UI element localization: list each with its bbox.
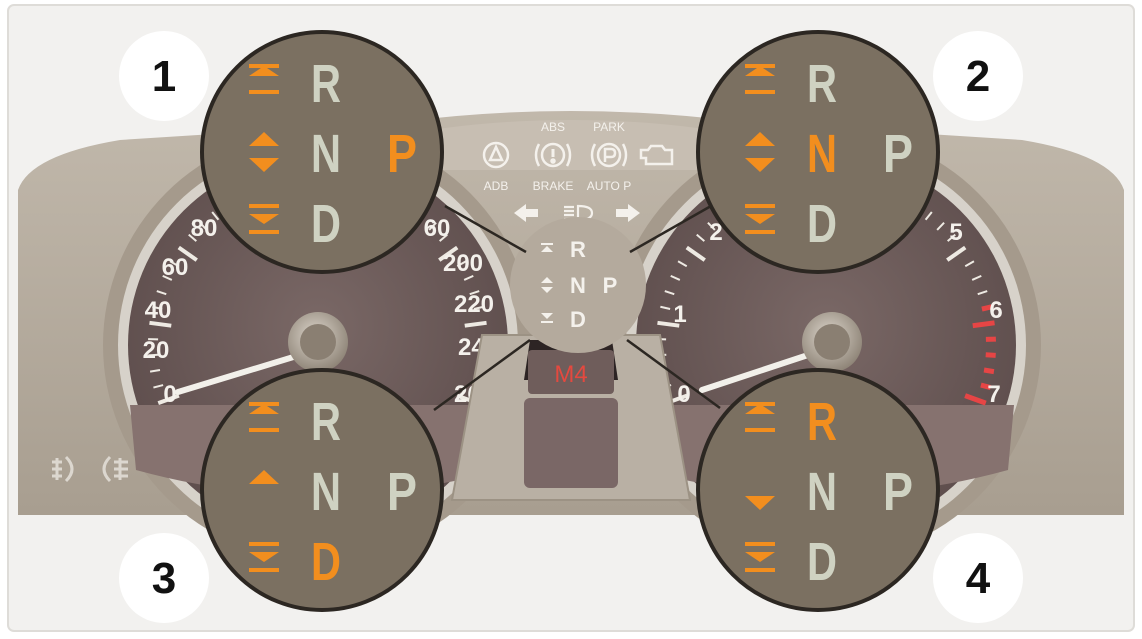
gear-r-label: R	[807, 54, 837, 114]
gauge-label: 40	[145, 297, 172, 324]
gear-display: M4	[554, 361, 587, 388]
gear-d-label: D	[807, 194, 837, 254]
gear-r-label: R	[807, 392, 837, 452]
gauge-label: 20	[143, 337, 170, 364]
gauge-label: 0	[163, 381, 176, 408]
gauge-label: 80	[191, 215, 218, 242]
auto-p-label: AUTO P	[587, 179, 631, 193]
gauge-label: 7	[987, 381, 1000, 408]
gear-n-label: N	[807, 124, 837, 184]
gear-p-label: P	[883, 462, 913, 522]
adb-label: ADB	[484, 179, 509, 193]
gear-p-label: P	[883, 124, 913, 184]
gauge-label: 60	[424, 215, 451, 242]
gauge-tick	[983, 367, 995, 375]
callout-number: 1	[152, 52, 176, 101]
gear-d-label: D	[807, 532, 837, 592]
center-r-label: R	[570, 237, 586, 262]
callout-number: 3	[152, 554, 176, 603]
gear-d-label: D	[311, 194, 341, 254]
abs-label: ABS	[541, 120, 565, 134]
callout-number: 2	[966, 52, 990, 101]
gear-r-label: R	[311, 392, 341, 452]
gauge-tick	[464, 320, 487, 328]
gear-n-label: N	[311, 124, 341, 184]
instrument-cluster-diagram: 02040608060200220240260 012567 M4 ABS PA…	[0, 0, 1142, 639]
gear-n-label: N	[311, 462, 341, 522]
brake-label: BRAKE	[533, 179, 574, 193]
gauge-tick	[985, 352, 996, 358]
gauge-label: 6	[989, 297, 1002, 324]
gauge-label: 5	[949, 219, 962, 246]
gear-p-label: P	[387, 124, 417, 184]
park-label: PARK	[593, 120, 625, 134]
gauge-label: 200	[443, 250, 483, 277]
gear-r-label: R	[311, 54, 341, 114]
cluster-top-panel	[430, 120, 712, 170]
cluster-illustration: 02040608060200220240260 012567 M4 ABS PA…	[7, 4, 1135, 632]
gauge-label: 220	[454, 291, 494, 318]
center-gear-indicator: R N P D	[510, 217, 646, 353]
gear-p-label: P	[387, 462, 417, 522]
callout-number: 4	[966, 554, 991, 603]
center-d-label: D	[570, 307, 586, 332]
gear-d-label: D	[311, 532, 341, 592]
gauge-label: 1	[673, 301, 686, 328]
gear-n-label: N	[807, 462, 837, 522]
center-n-label: N	[570, 273, 586, 298]
center-p-label: P	[603, 273, 618, 298]
gauge-label: 60	[162, 254, 189, 281]
